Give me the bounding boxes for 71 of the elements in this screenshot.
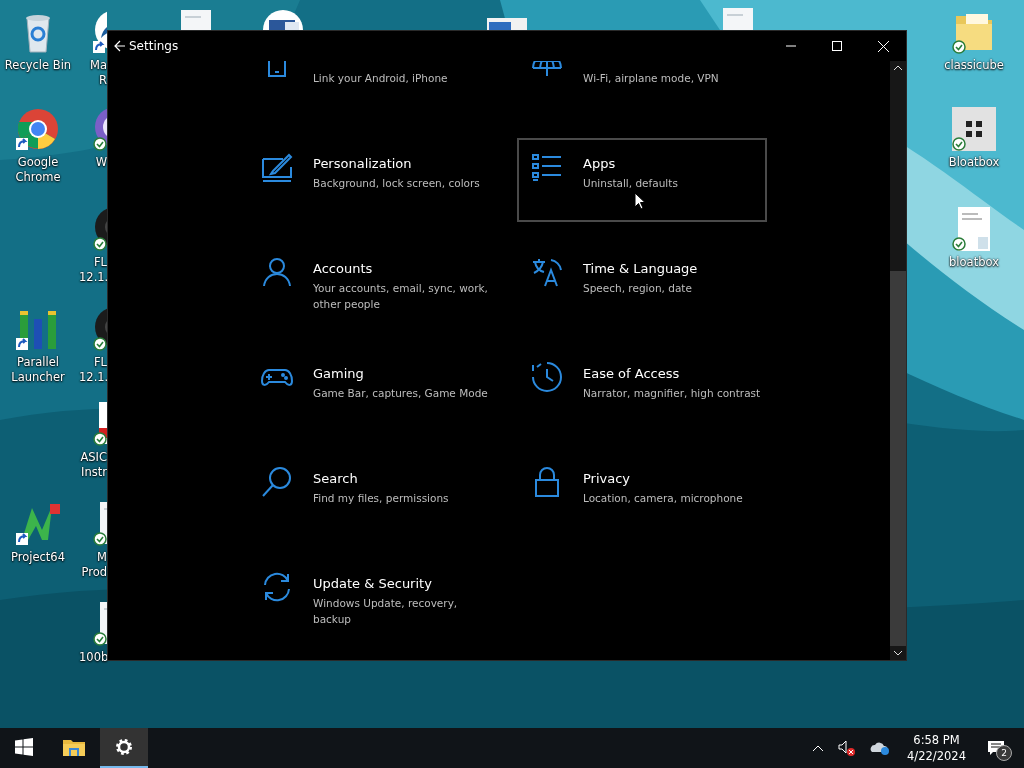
settings-tile[interactable]: Apps Uninstall, defaults — [517, 138, 767, 222]
icon-label: classicube — [943, 58, 1005, 73]
icon-label: Recycle Bin — [3, 58, 73, 73]
settings-tile[interactable]: Accounts Your accounts, email, sync, work, other people — [247, 243, 497, 327]
settings-tile[interactable]: Privacy Location, camera, microphone — [517, 453, 767, 537]
date-text: 4/22/2024 — [907, 748, 966, 764]
icon-label: 100b — [79, 650, 107, 665]
icon-label: bloatbox — [948, 255, 1000, 270]
icon-label: FL 12.1. — [79, 355, 107, 385]
tile-title: Apps — [583, 155, 617, 173]
settings-tile[interactable]: Personalization Background, lock screen, colors — [247, 138, 497, 222]
app-icon[interactable] — [950, 105, 998, 153]
icon-label: Bloatbox — [947, 155, 1001, 170]
windows-logo-icon — [15, 738, 33, 756]
icon-label: Project64 — [10, 550, 66, 565]
language-icon — [531, 256, 563, 288]
tile-title: Ease of Access — [583, 365, 681, 383]
clock[interactable]: 6:58 PM 4/22/2024 — [907, 732, 966, 764]
tile-title: Personalization — [313, 155, 413, 173]
tile-description: Background, lock screen, colors — [313, 176, 480, 191]
window-title: Settings — [129, 39, 179, 53]
notification-count: 2 — [996, 745, 1012, 761]
close-icon — [877, 40, 889, 52]
tile-description: Location, camera, microphone — [583, 491, 743, 506]
settings-tile[interactable]: Gaming Game Bar, captures, Game Mode — [247, 348, 497, 432]
settings-tile[interactable]: Time & Language Speech, region, date — [517, 243, 767, 327]
tile-title: Search — [313, 470, 359, 488]
time-text: 6:58 PM — [913, 732, 960, 748]
person-icon — [261, 256, 293, 288]
paint-icon — [261, 151, 293, 183]
apps-icon — [531, 151, 563, 183]
tile-description: Your accounts, email, sync, work, other people — [313, 281, 489, 312]
chevron-up-icon[interactable] — [812, 744, 825, 752]
tile-title: Accounts — [313, 260, 374, 278]
tile-description: Narrator, magnifier, high contrast — [583, 386, 761, 401]
tile-description: Windows Update, recovery, backup — [313, 596, 459, 627]
tile-description: Wi-Fi, airplane mode, VPN — [583, 71, 719, 86]
settings-tile[interactable]: Link your Android, iPhone — [247, 61, 497, 117]
folder-icon — [63, 738, 85, 756]
tile-title: Time & Language — [583, 260, 698, 278]
tile-title: Privacy — [583, 470, 632, 488]
cloud-icon[interactable] — [870, 740, 891, 756]
tile-description: Speech, region, date — [583, 281, 693, 296]
scrollbar-thumb[interactable] — [890, 271, 906, 646]
maximize-icon — [832, 41, 842, 51]
accessibility-icon — [531, 361, 563, 393]
settings-tile[interactable]: Search Find my files, permissions — [247, 453, 497, 537]
settings-button[interactable] — [100, 728, 148, 768]
icon-label: Google Chrome — [14, 155, 62, 185]
gear-icon — [114, 737, 134, 757]
icon-label: Parallel Launcher — [10, 355, 66, 385]
icon-label: M Prod — [80, 550, 107, 580]
icon-label: W — [94, 155, 107, 170]
tile-description: Game Bar, captures, Game Mode — [313, 386, 488, 401]
tile-title: Gaming — [313, 365, 365, 383]
icon-label: FL 12.1. — [79, 255, 107, 285]
scrollbar[interactable] — [890, 61, 906, 660]
mouse-cursor-icon — [634, 192, 646, 210]
tile-description: Find my files, permissions — [313, 491, 449, 506]
tile-description: Link your Android, iPhone — [313, 71, 448, 86]
tile-description: Uninstall, defaults — [583, 176, 678, 191]
settings-tile[interactable]: Update & Security Windows Update, recovery, backup — [247, 558, 497, 642]
search-icon — [261, 466, 293, 498]
icon-label: Ma R — [89, 58, 107, 88]
tile-title: Update & Security — [313, 575, 433, 593]
settings-tile[interactable]: Wi-Fi, airplane mode, VPN — [517, 61, 767, 117]
back-arrow-icon[interactable] — [114, 40, 126, 52]
icon-label: ASIC Instr — [79, 450, 107, 480]
settings-tile[interactable]: Ease of Access Narrator, magnifier, high contrast — [517, 348, 767, 432]
update-icon — [261, 571, 293, 603]
muted-speaker-icon[interactable] — [838, 740, 857, 756]
